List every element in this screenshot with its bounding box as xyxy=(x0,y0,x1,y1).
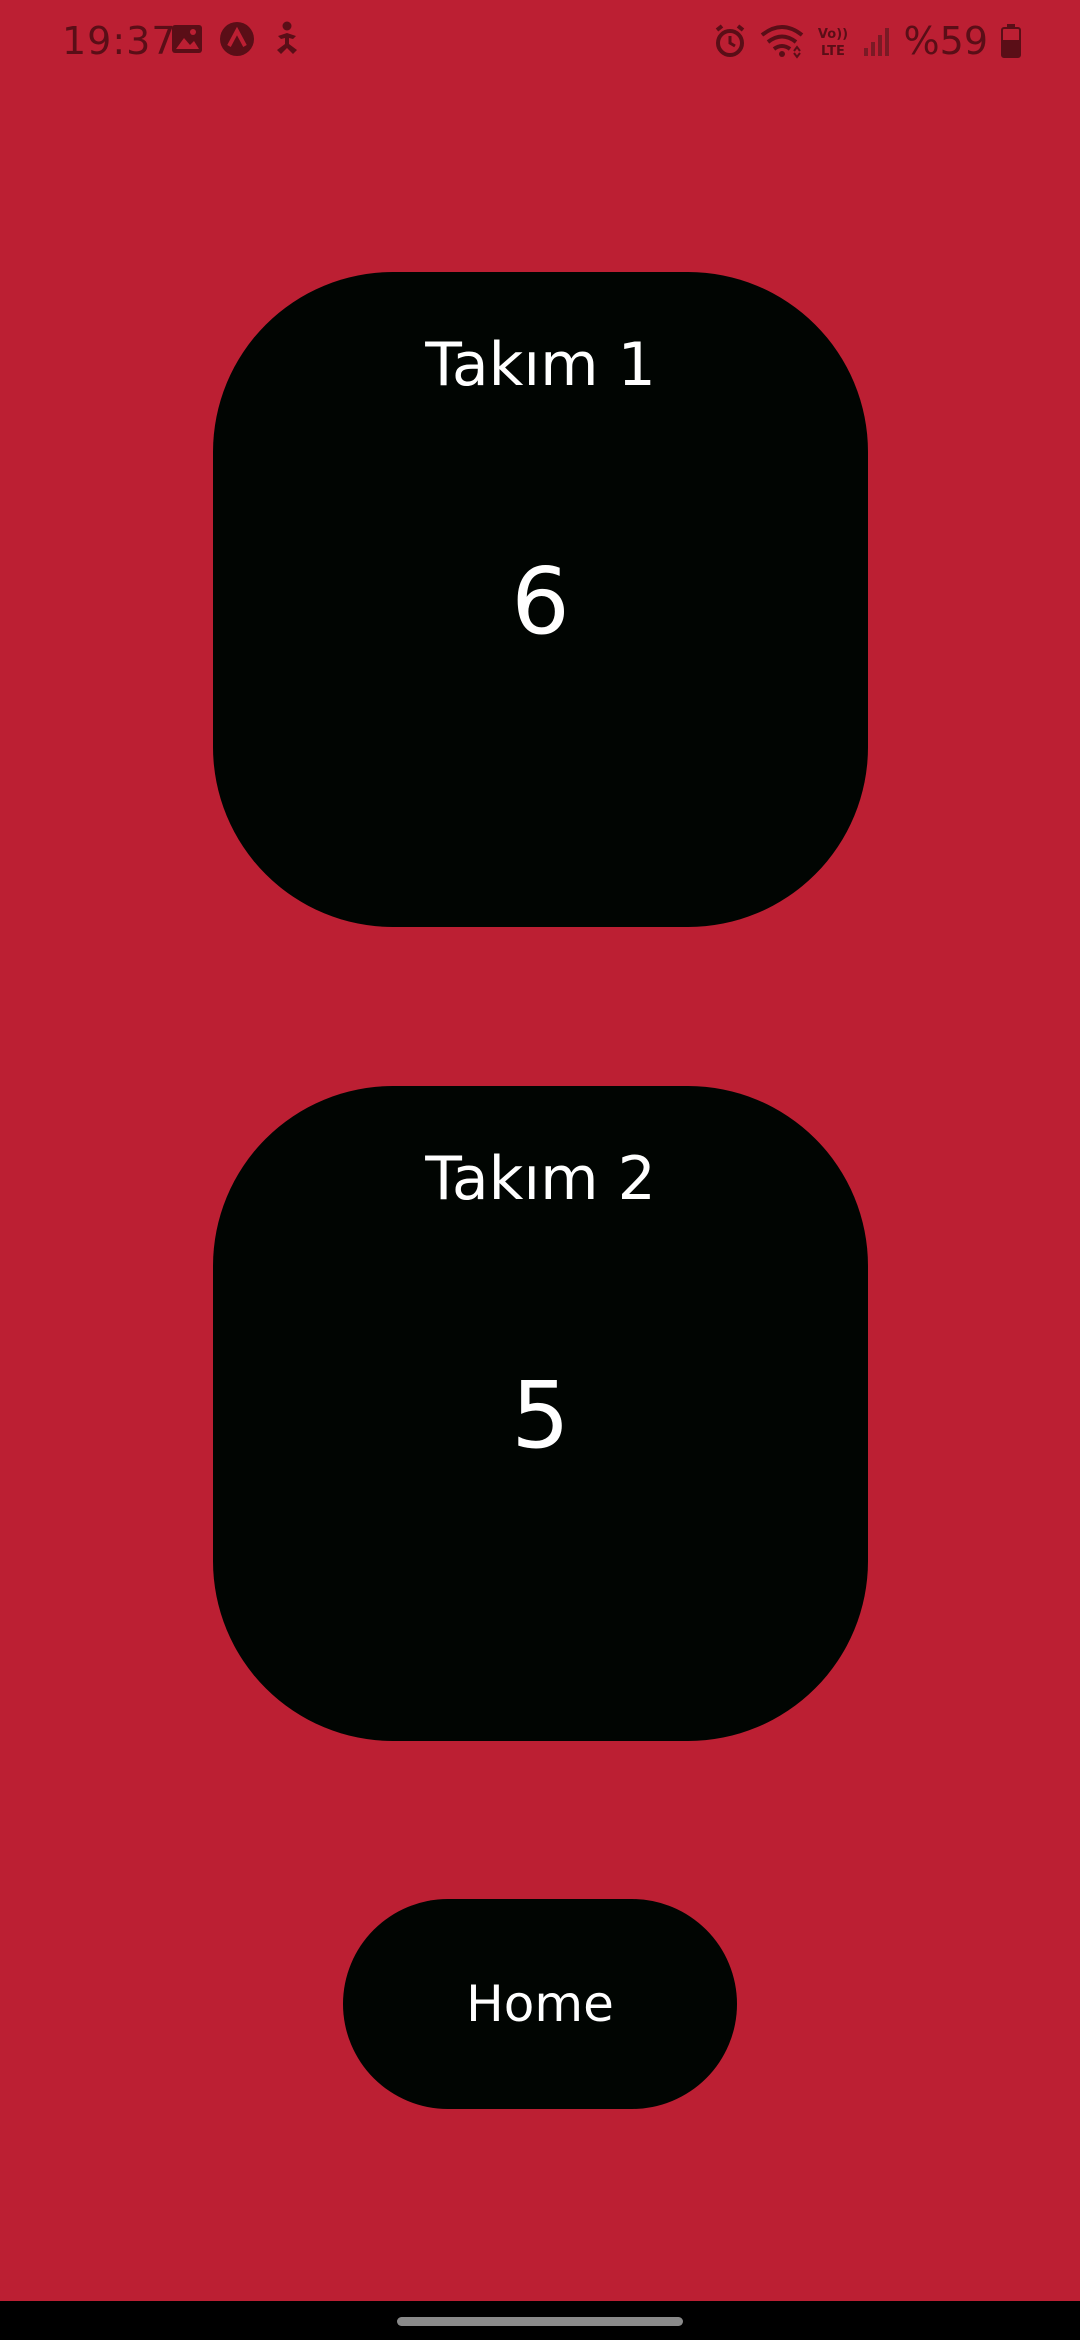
notification-icons xyxy=(170,20,304,58)
team-1-card[interactable]: Takım 1 6 xyxy=(213,272,868,927)
gallery-icon xyxy=(170,22,204,56)
svg-text:LTE: LTE xyxy=(821,44,845,59)
signal-icon xyxy=(862,24,892,58)
team-2-score: 5 xyxy=(511,1362,570,1469)
svg-text:Vo)): Vo)) xyxy=(817,27,847,42)
team-2-card[interactable]: Takım 2 5 xyxy=(213,1086,868,1741)
system-icons: Vo)) LTE %59 xyxy=(712,18,1022,64)
team-1-score: 6 xyxy=(511,548,570,655)
status-time: 19:37 xyxy=(62,19,177,63)
navigation-bar xyxy=(0,2301,1080,2340)
app-screen: 19:37 Vo)) LTE %59 Takım 1 6 Takım 2 5 H… xyxy=(0,0,1080,2340)
gesture-handle[interactable] xyxy=(397,2317,683,2326)
team-2-name: Takım 2 xyxy=(425,1144,656,1214)
home-button[interactable]: Home xyxy=(343,1899,737,2109)
battery-percent: %59 xyxy=(903,19,988,63)
team-1-name: Takım 1 xyxy=(425,330,656,400)
alarm-icon xyxy=(712,23,748,59)
wifi-icon xyxy=(760,23,804,59)
accessibility-icon xyxy=(270,20,304,58)
volte-icon: Vo)) LTE xyxy=(816,23,850,59)
battery-icon xyxy=(1000,23,1022,59)
status-bar: 19:37 Vo)) LTE %59 xyxy=(0,0,1080,82)
app-a-icon xyxy=(218,20,256,58)
